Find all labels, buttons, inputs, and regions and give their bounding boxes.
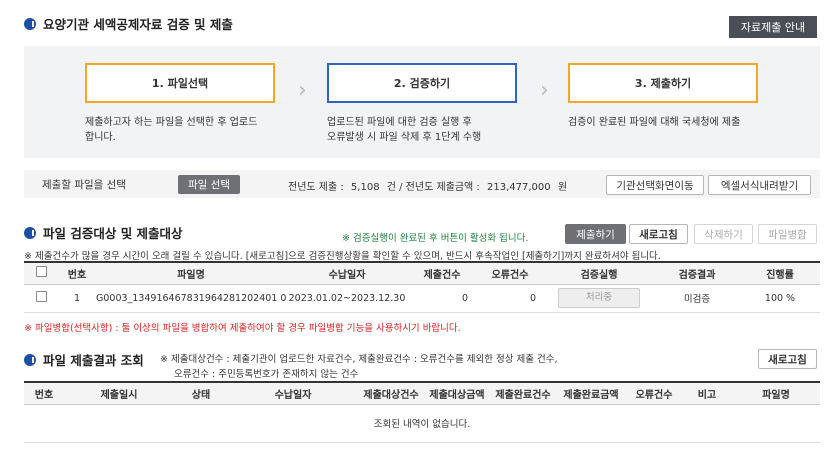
row-progress: 100 %	[740, 284, 820, 313]
step-2-box: 2. 검증하기	[327, 63, 517, 103]
col-header: 파일명	[96, 261, 286, 285]
step-3-desc: 검증이 완료된 파일에 대해 국세청에 제출	[568, 115, 798, 130]
col-header: 제출대상금액	[424, 381, 490, 405]
refresh-button[interactable]: 새로고침	[629, 224, 688, 244]
result-note-line1: ※ 제출대상건수 : 제출기관이 업로드한 자료건수, 제출완료건수 : 오류건…	[160, 354, 558, 365]
select-all-checkbox[interactable]	[35, 266, 47, 278]
row-result: 미검증	[654, 284, 740, 313]
col-header: 제출대상건수	[358, 381, 424, 405]
col-header: 검증결과	[654, 261, 740, 285]
step-2-label: 2. 검증하기	[393, 77, 451, 90]
prev-year-amount-label: 건 / 전년도 제출금액 :	[386, 182, 480, 193]
row-period: 2023.01.02~2023.12.30	[286, 284, 408, 313]
prev-year-count: 5,108	[350, 182, 380, 193]
verify-title-row: 파일 검증대상 및 제출대상	[24, 223, 183, 242]
step-1-desc: 제출하고자 하는 파일을 선택한 후 업로드 합니다.	[85, 115, 295, 145]
prev-year-summary: 전년도 제출 : 5,108 건 / 전년도 제출금액 : 213,477,00…	[288, 178, 567, 193]
prev-year-amount: 213,477,000	[487, 182, 551, 193]
col-header: 오류건수	[626, 381, 682, 405]
row-checkbox-cell	[24, 284, 58, 313]
result-note-line2: 오류건수 : 주민등록번호가 존재하지 않는 건수	[174, 369, 359, 380]
submit-button[interactable]: 제출하기	[565, 224, 626, 244]
merge-note: ※ 파일병합(선택사항) : 둘 이상의 파일을 병합하여 제출하여야 할 경우…	[24, 323, 461, 334]
delete-button[interactable]: 삭제하기	[694, 224, 753, 244]
row-error-count: 0	[476, 284, 544, 313]
result-title-row: 파일 제출결과 조회	[24, 350, 144, 369]
col-header: 제출완료건수	[490, 381, 556, 405]
step-2-desc-line2: 오류발생 시 파일 삭제 후 1단계 수행	[327, 132, 482, 143]
col-header: 수납일자	[228, 381, 358, 405]
processing-button[interactable]: 처리중	[558, 288, 640, 308]
col-header: 제출건수	[408, 261, 476, 285]
row-submit-count: 0	[408, 284, 476, 313]
step-1-desc-line1: 제출하고자 하는 파일을 선택한 후 업로드	[85, 117, 258, 128]
step-3-desc-line1: 검증이 완료된 파일에 대해 국세청에 제출	[568, 117, 741, 128]
col-header: 오류건수	[476, 261, 544, 285]
page-title-row: 요양기관 세액공제자료 검증 및 제출	[24, 14, 233, 33]
verify-activation-notice: ※ 검증실행이 완료된 후 버튼이 활성화 됩니다.	[342, 233, 529, 244]
step-2-desc: 업로드된 파일에 대한 검증 실행 후 오류발생 시 파일 삭제 후 1단계 수…	[327, 115, 537, 145]
result-title: 파일 제출결과 조회	[43, 353, 144, 368]
chevron-right-icon: ›	[298, 78, 307, 103]
col-header: 파일명	[732, 381, 820, 405]
verify-table-header: 번호 파일명 수납일자 제출건수 오류건수 검증실행 검증결과 진행률	[24, 261, 820, 285]
page-title: 요양기관 세액공제자료 검증 및 제출	[43, 17, 233, 32]
col-header: 제출일시	[64, 381, 174, 405]
col-header: 제출완료금액	[556, 381, 626, 405]
row-checkbox[interactable]	[35, 291, 47, 302]
title-bullet-icon	[24, 17, 36, 30]
title-bullet-icon	[24, 353, 36, 366]
verify-table: 번호 파일명 수납일자 제출건수 오류건수 검증실행 검증결과 진행률 1 G0…	[24, 261, 820, 313]
row-action-cell: 처리중	[544, 284, 654, 313]
select-all-checkbox-cell	[24, 261, 58, 285]
empty-row: 조회된 내역이 없습니다.	[24, 404, 820, 443]
file-select-button[interactable]: 파일 선택	[178, 175, 240, 194]
merge-files-button[interactable]: 파일병합	[758, 224, 817, 244]
col-header: 검증실행	[544, 261, 654, 285]
title-bullet-icon	[24, 226, 36, 239]
result-refresh-button[interactable]: 새로고침	[758, 349, 817, 369]
guide-button[interactable]: 자료제출 안내	[729, 16, 817, 38]
empty-message: 조회된 내역이 없습니다.	[24, 404, 820, 443]
step-3-label: 3. 제출하기	[634, 77, 692, 90]
file-select-label: 제출할 파일을 선택	[42, 179, 126, 191]
col-header: 번호	[58, 261, 96, 285]
step-2-desc-line1: 업로드된 파일에 대한 검증 실행 후	[327, 117, 472, 128]
download-excel-form-button[interactable]: 엑셀서식내려받기	[708, 175, 811, 195]
col-header: 진행률	[740, 261, 820, 285]
step-1-label: 1. 파일선택	[151, 77, 209, 90]
row-no: 1	[58, 284, 96, 313]
col-header: 수납일자	[286, 261, 408, 285]
verify-title: 파일 검증대상 및 제출대상	[43, 226, 183, 241]
table-row: 1 G0003_134916467831964281202401 03.D001…	[24, 284, 820, 313]
col-header: 비고	[682, 381, 732, 405]
verify-info: ※ 제출건수가 많을 경우 시간이 오래 걸릴 수 있습니다. [새로고침]으로…	[24, 251, 661, 262]
row-filename: G0003_134916467831964281202401 03.D001	[96, 284, 286, 313]
move-institution-button[interactable]: 기관선택화면이동	[606, 175, 704, 195]
chevron-right-icon: ›	[540, 78, 549, 103]
result-table: 번호 제출일시 상태 수납일자 제출대상건수 제출대상금액 제출완료건수 제출완…	[24, 381, 820, 443]
col-header: 상태	[174, 381, 228, 405]
amount-unit: 원	[557, 182, 568, 193]
result-table-header: 번호 제출일시 상태 수납일자 제출대상건수 제출대상금액 제출완료건수 제출완…	[24, 381, 820, 405]
step-1-box: 1. 파일선택	[85, 63, 275, 103]
prev-year-label: 전년도 제출 :	[288, 182, 344, 193]
col-header: 번호	[24, 381, 64, 405]
step-1-desc-line2: 합니다.	[85, 132, 116, 143]
step-3-box: 3. 제출하기	[568, 63, 758, 103]
